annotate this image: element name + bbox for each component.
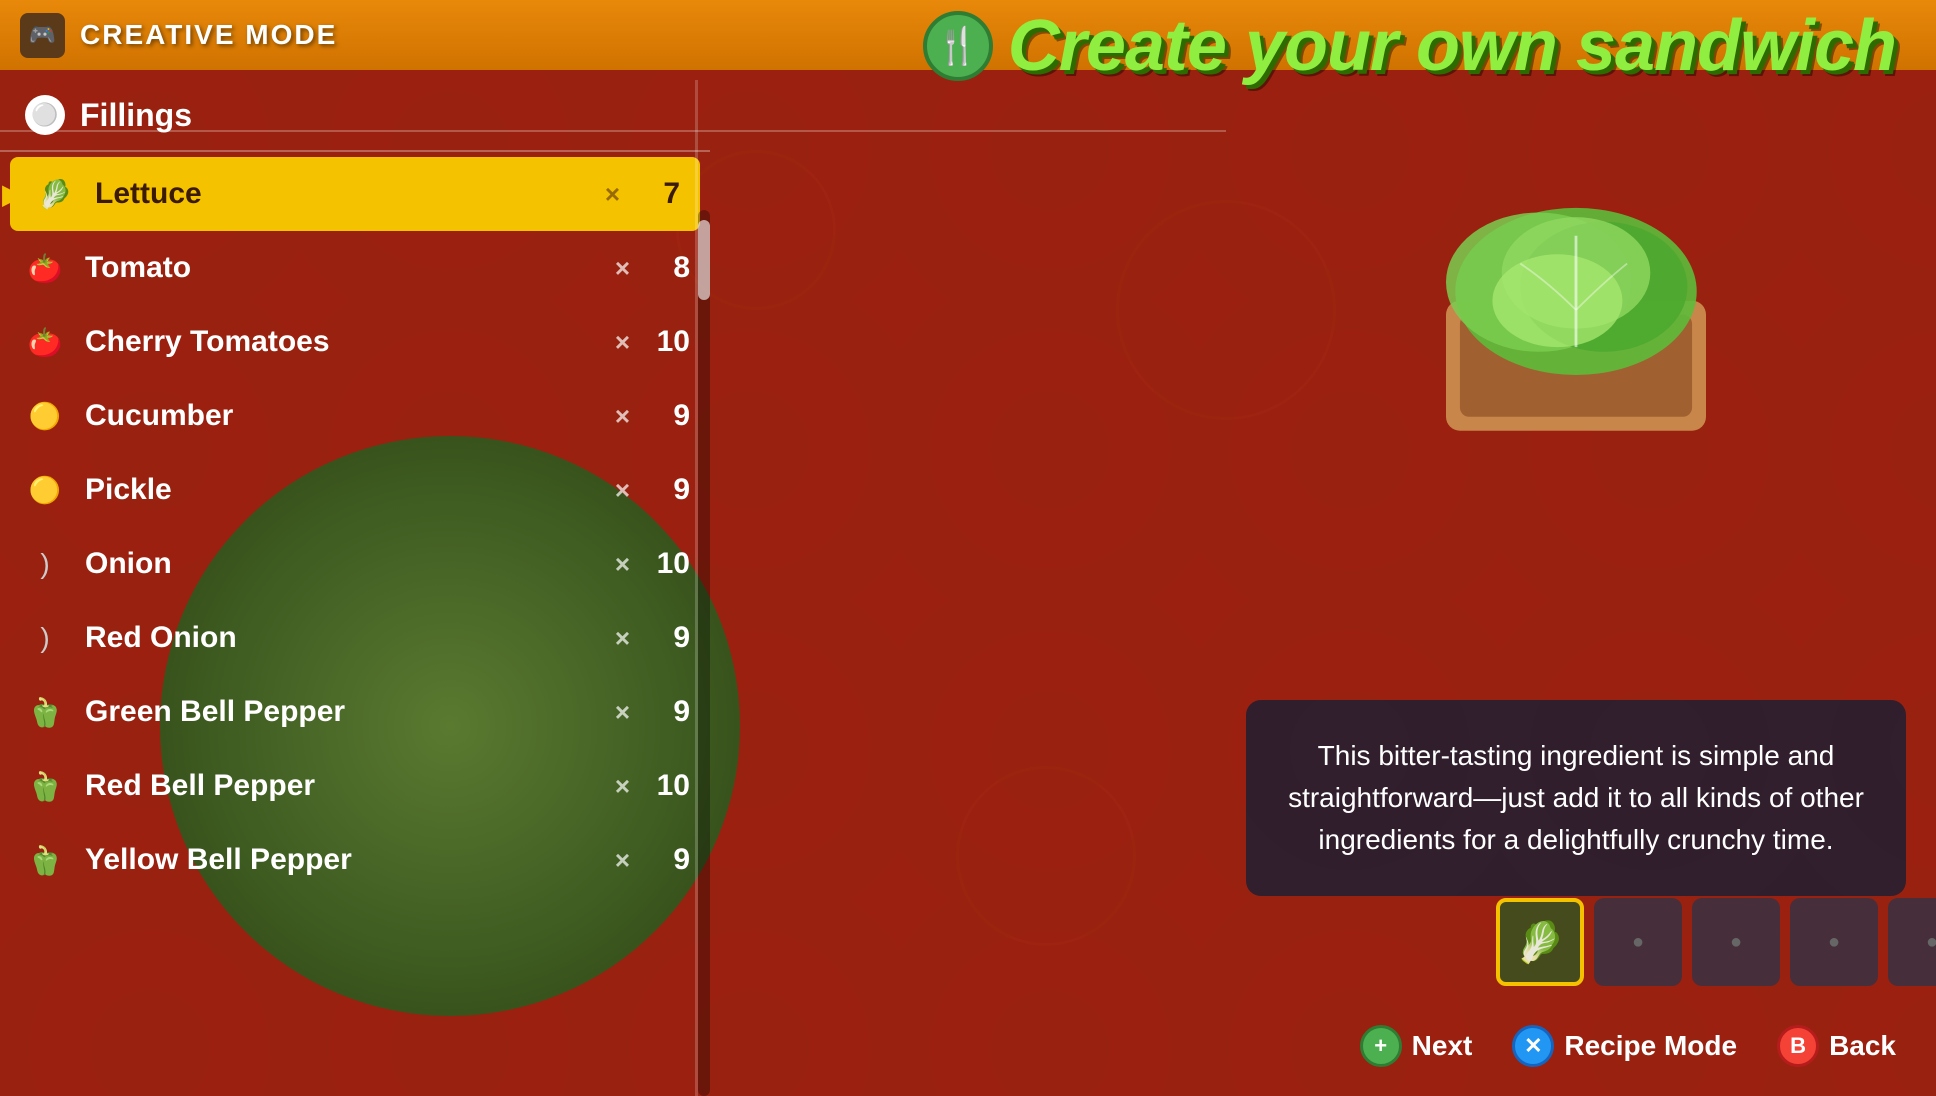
red-bell-pepper-x: × (615, 771, 630, 802)
recipe-mode-button[interactable]: ✕ Recipe Mode (1512, 1025, 1737, 1067)
ingredients-list: 🥬 Lettuce × 7 🍅 Tomato × 8 🍅 Cherry Toma… (0, 152, 710, 902)
pickle-name: Pickle (85, 473, 615, 507)
green-bell-pepper-name: Green Bell Pepper (85, 695, 615, 729)
scrollbar-thumb (698, 220, 710, 300)
green-bell-pepper-icon: 🫑 (20, 687, 70, 737)
red-onion-x: × (615, 623, 630, 654)
tomato-icon: 🍅 (20, 243, 70, 293)
cucumber-name: Cucumber (85, 399, 615, 433)
red-onion-icon: ) (20, 613, 70, 663)
creative-mode-icon: 🎮 (20, 13, 65, 58)
ingredient-row-red-bell-pepper[interactable]: 🫑 Red Bell Pepper × 10 (0, 749, 710, 823)
yellow-bell-pepper-x: × (615, 845, 630, 876)
red-onion-name: Red Onion (85, 621, 615, 655)
tomato-x: × (615, 253, 630, 284)
ingredient-row-pickle[interactable]: 🟡 Pickle × 9 (0, 453, 710, 527)
bottom-bar: + Next ✕ Recipe Mode B Back (0, 996, 1936, 1096)
description-text: This bitter-tasting ingredient is simple… (1286, 735, 1866, 861)
cherry-tomatoes-name: Cherry Tomatoes (85, 325, 615, 359)
back-label: Back (1829, 1030, 1896, 1062)
fillings-title: Fillings (80, 97, 192, 134)
lettuce-count: 7 (640, 177, 680, 211)
slot-4[interactable]: ● (1790, 898, 1878, 986)
creative-mode-title: CREATIVE MODE (80, 19, 337, 51)
red-bell-pepper-name: Red Bell Pepper (85, 769, 615, 803)
ingredient-row-yellow-bell-pepper[interactable]: 🫑 Yellow Bell Pepper × 9 (0, 823, 710, 897)
onion-x: × (615, 549, 630, 580)
slot-3[interactable]: ● (1692, 898, 1780, 986)
tomato-name: Tomato (85, 251, 615, 285)
ingredient-row-red-onion[interactable]: ) Red Onion × 9 (0, 601, 710, 675)
cherry-tomatoes-x: × (615, 327, 630, 358)
next-button[interactable]: + Next (1360, 1025, 1473, 1067)
ingredient-row-cucumber[interactable]: 🟡 Cucumber × 9 (0, 379, 710, 453)
red-bell-pepper-icon: 🫑 (20, 761, 70, 811)
onion-count: 10 (650, 547, 690, 581)
recipe-mode-label: Recipe Mode (1564, 1030, 1737, 1062)
lettuce-x: × (605, 179, 620, 210)
red-onion-count: 9 (650, 621, 690, 655)
back-button[interactable]: B Back (1777, 1025, 1896, 1067)
right-panel: This bitter-tasting ingredient is simple… (736, 80, 1936, 1096)
food-tray (1396, 160, 1756, 460)
lettuce-icon: 🥬 (30, 169, 80, 219)
next-label: Next (1412, 1030, 1473, 1062)
ingredient-row-onion[interactable]: ) Onion × 10 (0, 527, 710, 601)
lettuce-illustration (1416, 180, 1736, 440)
green-bell-pepper-count: 9 (650, 695, 690, 729)
ingredient-row-lettuce[interactable]: 🥬 Lettuce × 7 (10, 157, 700, 231)
slot-2[interactable]: ● (1594, 898, 1682, 986)
cherry-tomatoes-icon: 🍅 (20, 317, 70, 367)
recipe-mode-icon: ✕ (1512, 1025, 1554, 1067)
ingredient-row-cherry-tomatoes[interactable]: 🍅 Cherry Tomatoes × 10 (0, 305, 710, 379)
lettuce-name: Lettuce (95, 177, 605, 211)
cucumber-count: 9 (650, 399, 690, 433)
cucumber-x: × (615, 401, 630, 432)
left-panel: ⚪ Fillings 🥬 Lettuce × 7 🍅 Tomato × 8 🍅 … (0, 80, 710, 1096)
onion-name: Onion (85, 547, 615, 581)
pickle-count: 9 (650, 473, 690, 507)
slot-1[interactable]: 🥬 (1496, 898, 1584, 986)
sandwich-title: Create your own sandwich (1008, 5, 1896, 87)
yellow-bell-pepper-icon: 🫑 (20, 835, 70, 885)
fork-icon: 🍴 (923, 11, 993, 81)
slot-5[interactable]: ● (1888, 898, 1936, 986)
main-title-area: 🍴 Create your own sandwich (923, 5, 1896, 87)
cherry-tomatoes-count: 10 (650, 325, 690, 359)
onion-icon: ) (20, 539, 70, 589)
back-icon: B (1777, 1025, 1819, 1067)
slots-row: 🥬 ● ● ● ● ● ● ● ● ● (1466, 898, 1936, 986)
pickle-x: × (615, 475, 630, 506)
next-icon: + (1360, 1025, 1402, 1067)
vertical-divider (695, 80, 698, 1096)
cucumber-icon: 🟡 (20, 391, 70, 441)
fillings-icon: ⚪ (25, 95, 65, 135)
ingredient-row-tomato[interactable]: 🍅 Tomato × 8 (0, 231, 710, 305)
scrollbar[interactable] (698, 210, 710, 1096)
fillings-header: ⚪ Fillings (0, 80, 710, 152)
yellow-bell-pepper-count: 9 (650, 843, 690, 877)
yellow-bell-pepper-name: Yellow Bell Pepper (85, 843, 615, 877)
tomato-count: 8 (650, 251, 690, 285)
description-box: This bitter-tasting ingredient is simple… (1246, 700, 1906, 896)
ingredient-row-green-bell-pepper[interactable]: 🫑 Green Bell Pepper × 9 (0, 675, 710, 749)
green-bell-pepper-x: × (615, 697, 630, 728)
red-bell-pepper-count: 10 (650, 769, 690, 803)
pickle-icon: 🟡 (20, 465, 70, 515)
